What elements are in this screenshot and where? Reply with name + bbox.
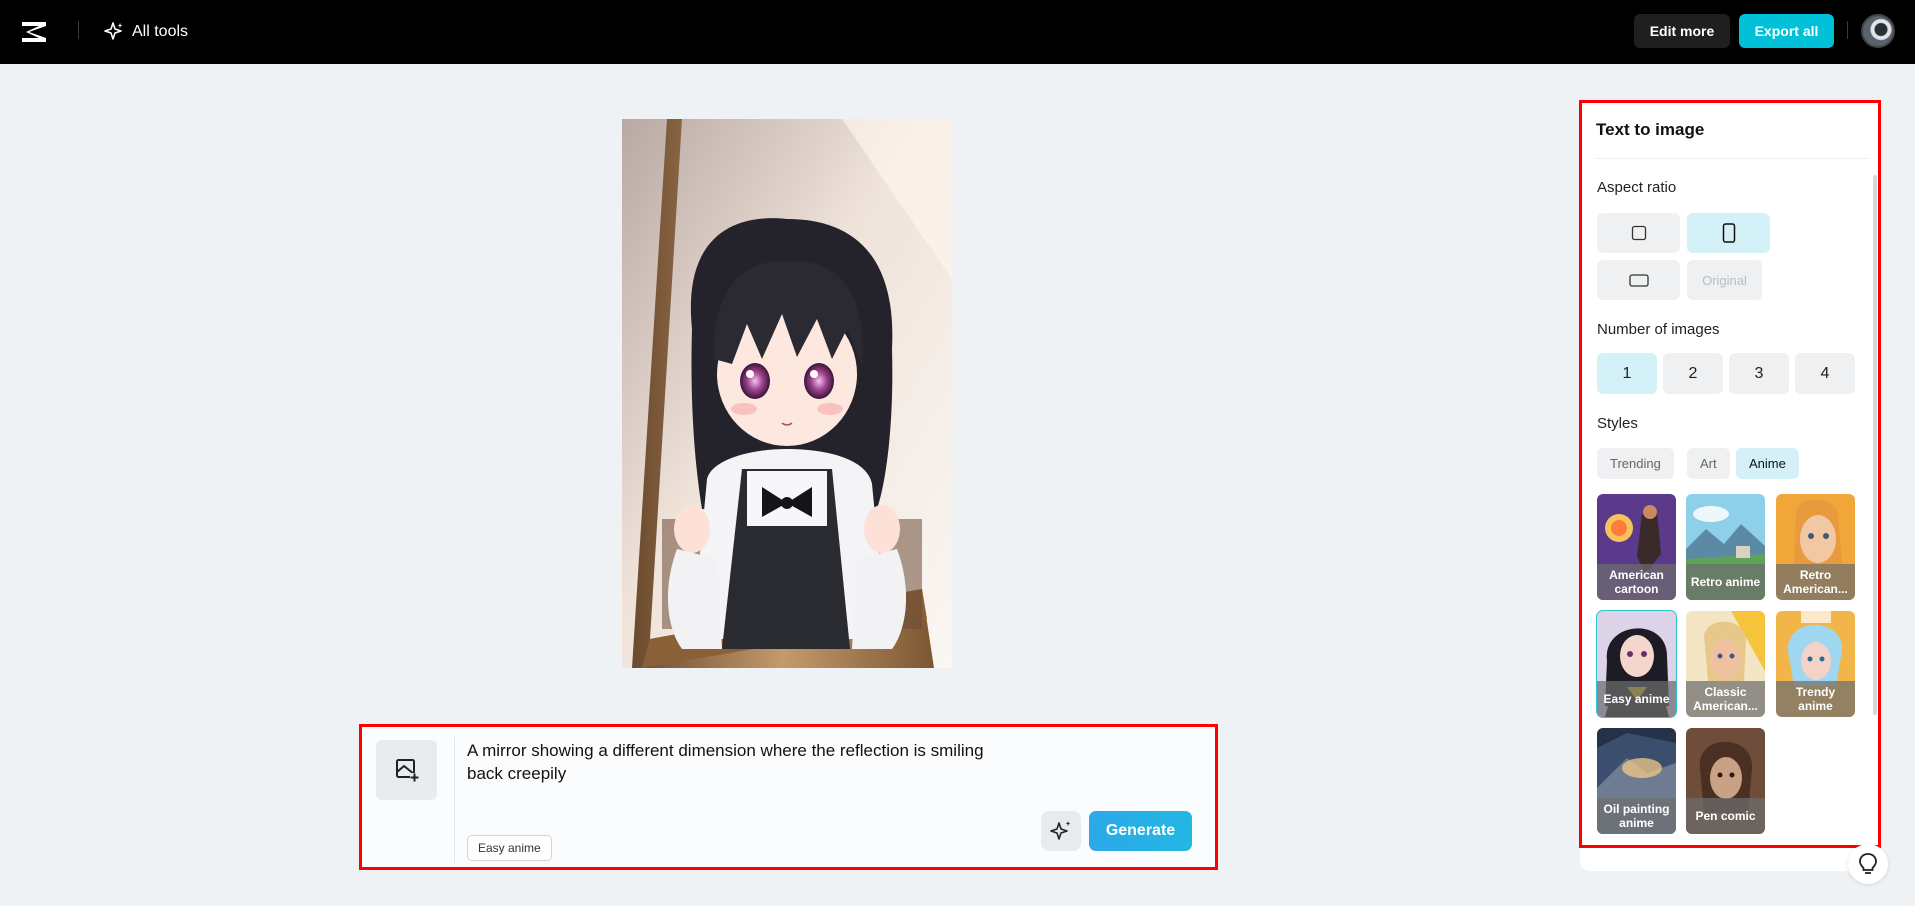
generated-image[interactable] [622,119,952,668]
scrollbar[interactable] [1873,175,1877,715]
aspect-ratio-landscape-button[interactable] [1597,260,1680,300]
sparkle-icon [1050,821,1071,840]
style-card-label: Oil painting anime [1597,798,1676,834]
aspect-ratio-label: Aspect ratio [1597,179,1677,196]
divider [1847,21,1848,39]
portrait-ratio-icon [1722,223,1735,243]
number-option-3[interactable]: 3 [1729,353,1789,394]
number-option-1[interactable]: 1 [1597,353,1657,394]
panel-title: Text to image [1596,120,1705,139]
enhance-prompt-button[interactable] [1041,811,1081,851]
capcut-logo-icon[interactable] [20,18,50,46]
style-card-retro-american[interactable]: Retro American... [1776,494,1855,600]
style-card-label: Easy anime [1597,681,1676,717]
generate-button[interactable]: Generate [1089,811,1192,851]
style-card-label: American cartoon [1597,564,1676,600]
style-card-trendy-anime[interactable]: Trendy anime [1776,611,1855,717]
text-to-image-panel: Text to image Aspect ratio Original Numb… [1579,100,1881,848]
style-card-label: Retro American... [1776,564,1855,600]
divider [1596,158,1868,159]
upload-reference-image-button[interactable] [376,740,437,800]
selected-style-chip[interactable]: Easy anime [467,835,552,861]
style-card-retro-anime[interactable]: Retro anime [1686,494,1765,600]
divider [78,21,79,39]
top-bar: All tools Edit more Export all [0,0,1915,64]
style-card-label: Classic American... [1686,681,1765,717]
edit-more-button[interactable]: Edit more [1634,14,1730,48]
prompt-panel: A mirror showing a different dimension w… [359,724,1218,870]
aspect-ratio-portrait-button[interactable] [1687,213,1770,253]
style-card-label: Pen comic [1686,798,1765,834]
square-ratio-icon [1631,225,1646,241]
style-card-american-cartoon[interactable]: American cartoon [1597,494,1676,600]
style-card-pen-comic[interactable]: Pen comic [1686,728,1765,834]
sparkle-icon [104,22,123,40]
style-card-easy-anime[interactable]: Easy anime [1596,610,1677,718]
style-card-oil-painting-anime[interactable]: Oil painting anime [1597,728,1676,834]
tab-art[interactable]: Art [1687,448,1730,479]
all-tools-label: All tools [132,23,189,40]
divider [454,737,455,863]
style-card-classic-american[interactable]: Classic American... [1686,611,1765,717]
avatar[interactable] [1861,14,1895,48]
add-image-icon [395,759,419,782]
tab-trending[interactable]: Trending [1597,448,1674,479]
aspect-ratio-square-button[interactable] [1597,213,1680,253]
aspect-ratio-original-button[interactable]: Original [1687,260,1762,300]
style-card-label: Trendy anime [1776,681,1855,717]
number-option-4[interactable]: 4 [1795,353,1855,394]
styles-label: Styles [1597,415,1638,432]
number-option-2[interactable]: 2 [1663,353,1723,394]
prompt-input[interactable]: A mirror showing a different dimension w… [467,739,1007,785]
tab-anime[interactable]: Anime [1736,448,1799,479]
anime-girl-mirror-image [622,119,952,668]
number-of-images-label: Number of images [1597,321,1720,338]
style-card-label: Retro anime [1686,564,1765,600]
all-tools-button[interactable]: All tools [104,19,188,45]
lightbulb-icon [1859,853,1877,874]
tips-button[interactable] [1848,844,1888,884]
original-label: Original [1702,272,1747,288]
landscape-ratio-icon [1628,274,1649,287]
export-all-button[interactable]: Export all [1739,14,1834,48]
